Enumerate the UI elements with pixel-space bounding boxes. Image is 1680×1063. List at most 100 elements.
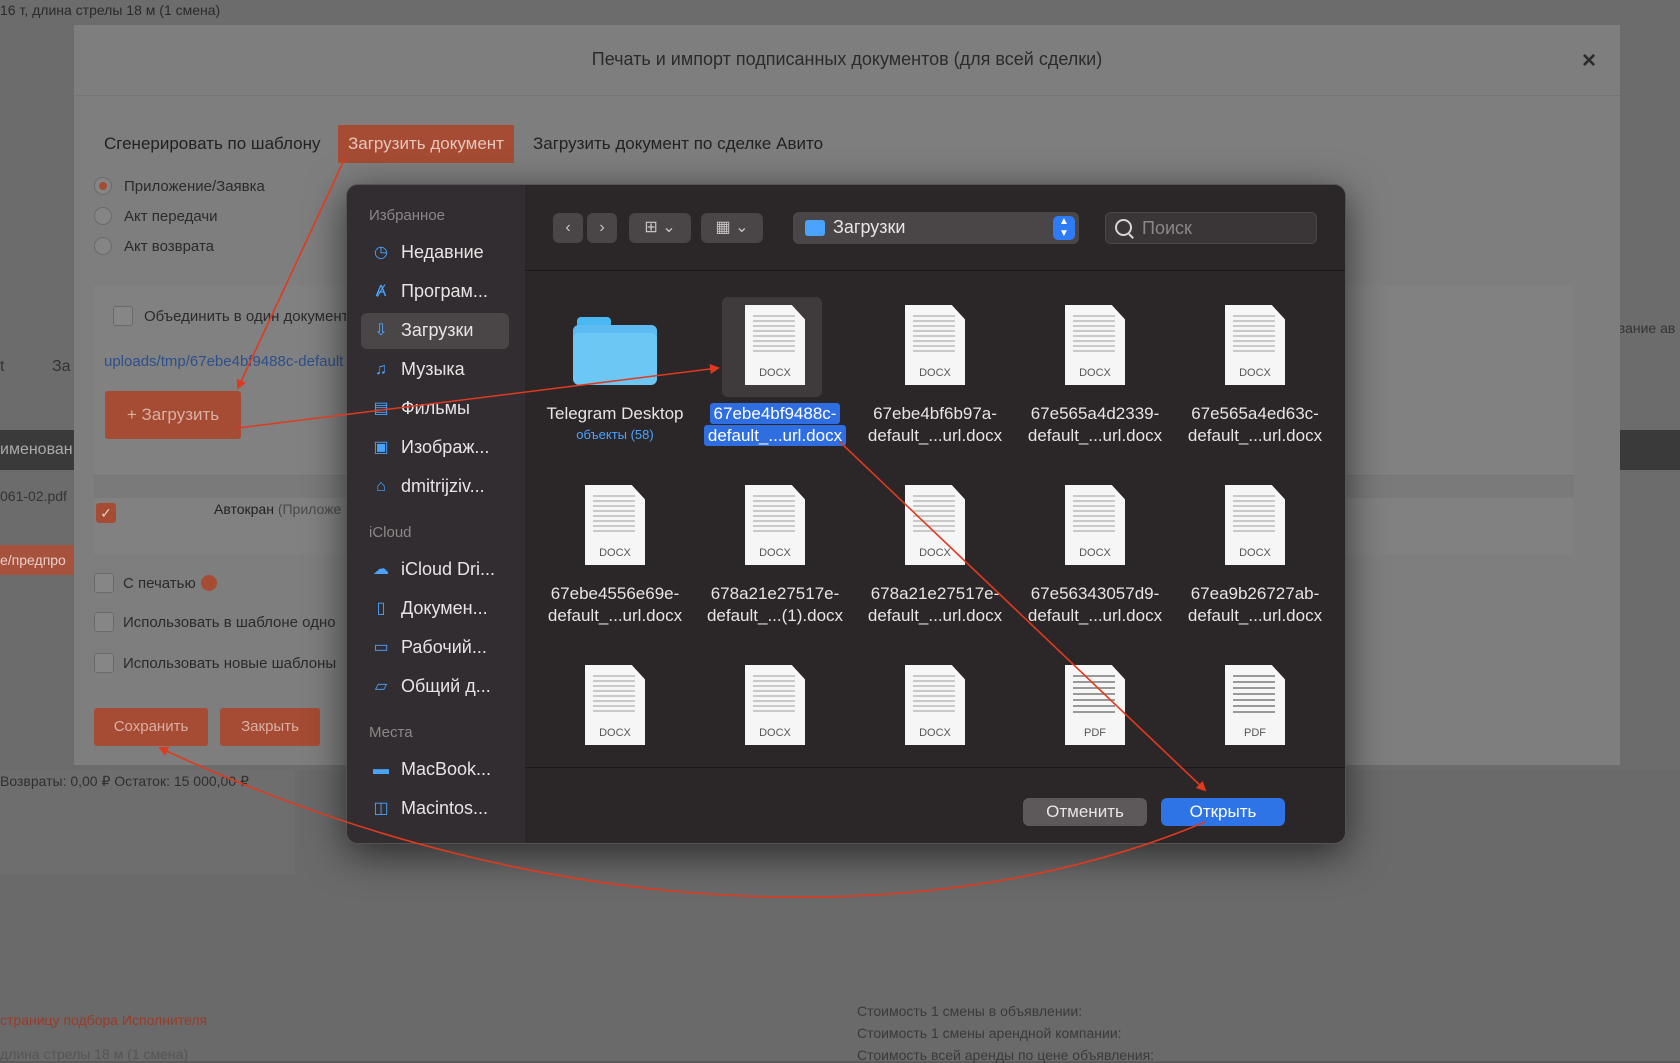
file-name-line: default_...url.docx: [1187, 606, 1323, 625]
sidebar-item-pictures[interactable]: ▣ Изображ...: [361, 430, 509, 466]
sidebar-item-shared-folder[interactable]: ▱ Общий д...: [361, 669, 509, 705]
docx-file-icon: DOCX: [745, 665, 805, 745]
docx-file-icon: DOCX: [585, 485, 645, 565]
tab-generate-template[interactable]: Сгенерировать по шаблону: [104, 125, 320, 163]
file-item[interactable]: DOCX 67ebe4bf9488c-default_...url.docx: [695, 291, 855, 461]
shared-folder-icon: ▱: [374, 678, 388, 695]
disk-icon: ◫: [373, 800, 389, 817]
file-type-label: DOCX: [599, 547, 631, 559]
file-item[interactable]: DOCX 67e565a4ed63c-default_...url.docx: [1175, 291, 1335, 461]
search-field[interactable]: [1105, 212, 1317, 244]
finder-sidebar: Избранное ◷ Недавние Ⱥ Програм... ⇩ Загрузки ♫ М…: [347, 185, 526, 843]
sidebar-item-label: MacBook...: [401, 759, 492, 779]
cancel-button[interactable]: Отменить: [1023, 798, 1147, 826]
sidebar-item-home[interactable]: ⌂ dmitrijziv...: [361, 469, 509, 505]
background-fragment: t: [0, 358, 5, 375]
sidebar-item-desktop[interactable]: ▭ Рабочий...: [361, 630, 509, 666]
finder-toolbar: ‹ › ⊞ ⌄ ▦ ⌄ Загрузки ▲ ▼: [525, 185, 1345, 271]
file-item[interactable]: PDF: [1175, 651, 1335, 767]
file-item[interactable]: DOCX 67ebe4bf6b97a-default_...url.docx: [855, 291, 1015, 461]
file-type-label: DOCX: [919, 367, 951, 379]
sidebar-section-title: Избранное: [369, 207, 446, 224]
file-name-line: 678a21e27517e-: [870, 584, 1000, 603]
file-item[interactable]: DOCX 678a21e27517e-default_...url.docx: [855, 471, 1015, 641]
radio-button[interactable]: [94, 177, 112, 195]
tab-upload-avito[interactable]: Загрузить документ по сделке Авито: [533, 125, 823, 163]
file-item[interactable]: DOCX 67e56343057d9- default_...url.docx: [1015, 471, 1175, 641]
sidebar-item-movies[interactable]: ▤ Фильмы: [361, 391, 509, 427]
close-button[interactable]: Закрыть: [220, 708, 320, 746]
folder-item[interactable]: Telegram Desktop объекты (58): [535, 291, 695, 461]
radio-button[interactable]: [94, 207, 112, 225]
sidebar-item-document[interactable]: ▯ Докумен...: [361, 591, 509, 627]
background-filename: 061-02.pdf: [0, 488, 67, 504]
new-templates-checkbox[interactable]: [94, 653, 114, 673]
executor-selection-link[interactable]: страницу подбора Исполнителя: [0, 1012, 207, 1028]
file-name-line: 678a21e27517e-: [710, 584, 840, 603]
folder-item-count: объекты (58): [576, 427, 654, 442]
background-header-text: 16 т, длина стрелы 18 м (1 смена): [0, 2, 221, 18]
sidebar-item-cloud[interactable]: ☁ iCloud Dri...: [361, 552, 509, 588]
file-name-line: 67ebe4556e69e-: [550, 584, 680, 603]
sidebar-item-label: Изображ...: [401, 437, 490, 457]
sidebar-item-clock[interactable]: ◷ Недавние: [361, 235, 509, 271]
merge-label: Объединить в один документ: [144, 308, 349, 325]
music-icon: ♫: [375, 361, 387, 378]
sidebar-item-downloads[interactable]: ⇩ Загрузки: [361, 313, 509, 349]
search-icon: [1115, 219, 1132, 236]
file-item[interactable]: DOCX 67ea9b26727ab-default_...url.docx: [1175, 471, 1335, 641]
sidebar-item-label: Рабочий...: [401, 637, 487, 657]
template-one-checkbox[interactable]: [94, 612, 114, 632]
forward-button[interactable]: ›: [587, 213, 617, 243]
new-templates-label: Использовать новые шаблоны: [123, 655, 337, 672]
laptop-icon: ▬: [373, 761, 389, 778]
file-item[interactable]: DOCX 67ebe4556e69e-default_...url.docx: [535, 471, 695, 641]
location-popup[interactable]: Загрузки ▲ ▼: [793, 212, 1079, 244]
background-red-tag: е/предпро: [0, 545, 78, 575]
with-stamp-checkbox[interactable]: [94, 573, 114, 593]
close-icon[interactable]: ×: [1582, 47, 1596, 75]
sidebar-item-laptop[interactable]: ▬ MacBook...: [361, 752, 509, 788]
upload-button[interactable]: + Загрузить: [105, 391, 241, 439]
file-name: 67e56343057d9- default_...url.docx: [1015, 583, 1175, 627]
row-checkbox[interactable]: ✓: [96, 503, 116, 523]
save-button[interactable]: Сохранить: [94, 708, 208, 746]
file-type-label: DOCX: [599, 727, 631, 739]
location-label: Загрузки: [833, 217, 906, 237]
open-button[interactable]: Открыть: [1161, 798, 1285, 826]
sidebar-item-music[interactable]: ♫ Музыка: [361, 352, 509, 388]
file-item[interactable]: DOCX: [855, 651, 1015, 767]
sidebar-item-label: dmitrijziv...: [401, 476, 485, 496]
file-name: 67ebe4bf9488c-default_...url.docx: [695, 403, 855, 447]
file-item[interactable]: PDF: [1015, 651, 1175, 767]
cost-line: Стоимость 1 смены арендной компании:: [857, 1025, 1122, 1041]
background-fragment: За: [52, 358, 71, 375]
file-item[interactable]: DOCX 67e565a4d2339- default_...url.docx: [1015, 291, 1175, 461]
file-item[interactable]: DOCX: [535, 651, 695, 767]
radio-button[interactable]: [94, 237, 112, 255]
sidebar-item-label: iCloud Dri...: [401, 559, 496, 579]
file-type-label: PDF: [1244, 727, 1266, 739]
docx-file-icon: DOCX: [905, 665, 965, 745]
desktop-icon: ▭: [373, 639, 389, 656]
folder-icon: [573, 317, 657, 385]
radio-label: Акт передачи: [124, 208, 218, 225]
sidebar-item-label: Музыка: [401, 359, 465, 379]
merge-checkbox[interactable]: [113, 306, 133, 326]
view-mode-button[interactable]: ⊞ ⌄: [629, 213, 691, 243]
docx-file-icon: DOCX: [745, 305, 805, 385]
sidebar-item-applications[interactable]: Ⱥ Програм...: [361, 274, 509, 310]
group-mode-button[interactable]: ▦ ⌄: [701, 213, 763, 243]
uploaded-file-link[interactable]: uploads/tmp/67ebe4bf9488c-default: [104, 353, 343, 370]
row-title: Автокран: [214, 501, 274, 517]
file-name-line: Telegram Desktop: [546, 404, 684, 423]
background-bottom-text: длина стрелы 18 м (1 смена): [0, 1046, 189, 1062]
file-item[interactable]: DOCX: [695, 651, 855, 767]
sidebar-item-disk[interactable]: ◫ Macintos...: [361, 791, 509, 827]
file-item[interactable]: DOCX 678a21e27517e-default_...(1).docx: [695, 471, 855, 641]
back-button[interactable]: ‹: [553, 213, 583, 243]
tab-upload-document[interactable]: Загрузить документ: [338, 125, 514, 163]
search-input[interactable]: [1142, 218, 1307, 238]
dialog-footer: Отменить Открыть: [525, 767, 1345, 843]
file-name: 67ea9b26727ab-default_...url.docx: [1175, 583, 1335, 627]
